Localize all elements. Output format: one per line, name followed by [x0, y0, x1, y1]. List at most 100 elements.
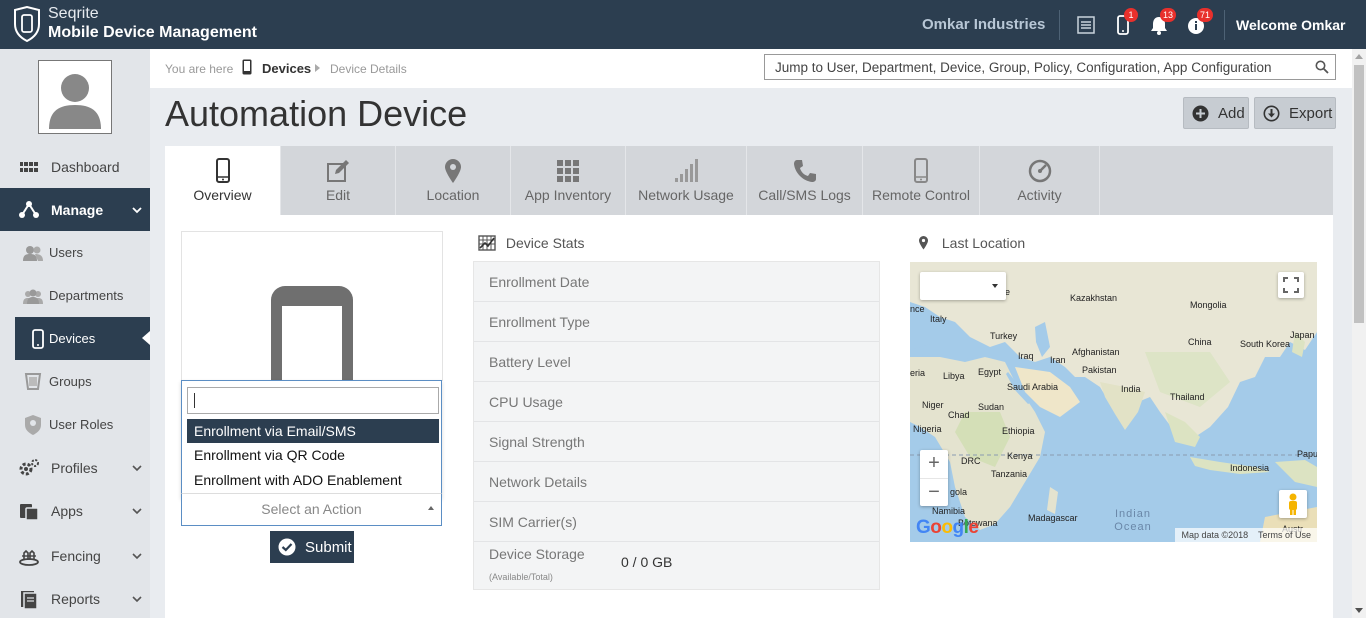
action-dropdown: Enrollment via Email/SMS Enrollment via … [181, 380, 442, 498]
sidebar-item-reports[interactable]: Reports [0, 577, 150, 618]
action-option[interactable]: Enrollment via Email/SMS [187, 419, 439, 443]
export-label: Export [1289, 104, 1333, 122]
location-map[interactable]: Kazakhstan Mongolia nce e Italy Turkey C… [910, 262, 1317, 542]
map-label: Chad [948, 410, 970, 420]
phone-icon [914, 158, 928, 183]
last-location-header: Last Location [918, 235, 1025, 251]
stat-row: Enrollment Date [474, 262, 879, 302]
welcome-user[interactable]: Welcome Omkar [1236, 17, 1345, 33]
export-button[interactable]: Export [1254, 97, 1336, 129]
add-label: Add [1218, 104, 1245, 122]
breadcrumb: You are here Devices Device Details [150, 49, 1352, 88]
reports-icon [21, 590, 38, 610]
map-label: Iraq [1018, 351, 1034, 361]
zoom-in-button[interactable]: + [920, 450, 948, 478]
scroll-down-icon[interactable] [1355, 608, 1363, 613]
add-button[interactable]: Add [1183, 97, 1249, 129]
fencing-icon [19, 549, 39, 566]
device-stats-heading: Device Stats [505, 235, 585, 251]
tab-app-inventory[interactable]: App Inventory [511, 146, 626, 215]
avatar [38, 60, 112, 134]
tab-network-usage[interactable]: Network Usage [626, 146, 747, 215]
device-stats-table: Enrollment Date Enrollment Type Battery … [473, 261, 880, 590]
terms-of-use-link[interactable]: Terms of Use [1258, 530, 1311, 540]
sidebar-item-fencing[interactable]: Fencing [0, 534, 150, 577]
chevron-down-icon [132, 595, 142, 602]
stat-row: Battery Level [474, 342, 879, 382]
search-icon[interactable] [1315, 60, 1329, 74]
stat-row: CPU Usage [474, 382, 879, 422]
search-input[interactable] [765, 55, 1305, 79]
map-label: Ethiopia [1002, 426, 1035, 436]
phone-handset-icon [793, 160, 816, 182]
sidebar-item-user-roles[interactable]: User Roles [0, 403, 150, 446]
map-label: Saudi Arabia [1007, 382, 1059, 392]
map-type-select[interactable] [920, 272, 1006, 300]
action-select[interactable]: Select an Action [181, 493, 442, 526]
breadcrumb-separator-icon [315, 64, 320, 72]
zoom-out-button[interactable]: − [920, 478, 948, 506]
map-label: Egypt [978, 367, 1002, 377]
sidebar-item-apps[interactable]: Apps [0, 489, 150, 532]
sidebar-item-users[interactable]: Users [0, 231, 150, 274]
sidebar-item-dashboard[interactable]: Dashboard [0, 145, 150, 188]
tab-label: Call/SMS Logs [758, 187, 851, 203]
action-option[interactable]: Enrollment with ADO Enablement [187, 468, 439, 492]
sidebar-item-label: Users [49, 245, 83, 260]
sidebar-item-label: Dashboard [51, 158, 120, 175]
sidebar-item-devices[interactable]: Devices [15, 317, 150, 360]
organization-name: Omkar Industries [922, 16, 1046, 33]
sidebar-item-manage[interactable]: Manage [0, 188, 150, 231]
google-logo: Google [916, 517, 979, 538]
sidebar-item-label: Apps [51, 502, 83, 519]
chevron-down-icon [132, 507, 142, 514]
sidebar-item-groups[interactable]: Groups [0, 360, 150, 403]
stat-label: Signal Strength [489, 434, 585, 450]
map-label: eria [910, 368, 926, 378]
action-option[interactable]: Enrollment via QR Code [187, 443, 439, 467]
fullscreen-button[interactable] [1278, 272, 1304, 298]
map-label: Libya [943, 371, 965, 381]
tab-location[interactable]: Location [396, 146, 511, 215]
device-icon [32, 328, 44, 349]
street-view-button[interactable] [1279, 490, 1307, 518]
list-icon[interactable] [1075, 14, 1097, 36]
sidebar-item-profiles[interactable]: Profiles [0, 446, 150, 489]
user-roles-icon [25, 414, 41, 435]
action-search-input[interactable] [187, 387, 439, 414]
scroll-up-icon[interactable] [1355, 54, 1363, 59]
seqrite-logo-icon [14, 6, 40, 42]
map-label: Madagascar [1028, 513, 1078, 523]
sidebar-item-label: Profiles [51, 459, 98, 476]
users-icon [23, 245, 43, 261]
chart-grid-icon [478, 235, 496, 251]
map-label: Namibia [932, 506, 966, 516]
map-label: DRC [961, 456, 981, 466]
tab-overview[interactable]: Overview [165, 146, 281, 215]
welcome-prefix: Welcome [1236, 17, 1298, 33]
chevron-down-icon [992, 284, 998, 288]
page-scrollbar[interactable] [1352, 49, 1366, 618]
map-label: Thailand [1170, 392, 1205, 402]
map-label: Mongolia [1190, 300, 1227, 310]
tab-activity[interactable]: Activity [980, 146, 1100, 215]
stat-label: Battery Level [489, 354, 571, 370]
stat-value: 0 / 0 GB [621, 554, 673, 570]
map-label: gola [950, 487, 968, 497]
tab-label: Network Usage [638, 187, 734, 203]
tab-call-sms-logs[interactable]: Call/SMS Logs [747, 146, 863, 215]
tab-bar: Overview Edit Location App Inventory Net… [165, 146, 1333, 215]
stat-label: Device Storage [489, 546, 585, 562]
submit-button[interactable]: Submit [270, 531, 354, 563]
breadcrumb-devices-link[interactable]: Devices [262, 61, 311, 76]
tab-edit[interactable]: Edit [281, 146, 396, 215]
notification-badge: 13 [1160, 8, 1177, 22]
map-label: South Korea [1240, 339, 1291, 349]
scrollbar-thumb[interactable] [1354, 65, 1364, 323]
location-pin-icon [445, 159, 461, 183]
tab-label: App Inventory [524, 187, 612, 203]
tab-remote-control[interactable]: Remote Control [863, 146, 980, 215]
phone-icon [215, 158, 230, 183]
sidebar-item-departments[interactable]: Departments [0, 274, 150, 317]
tab-label: Location [426, 187, 480, 203]
